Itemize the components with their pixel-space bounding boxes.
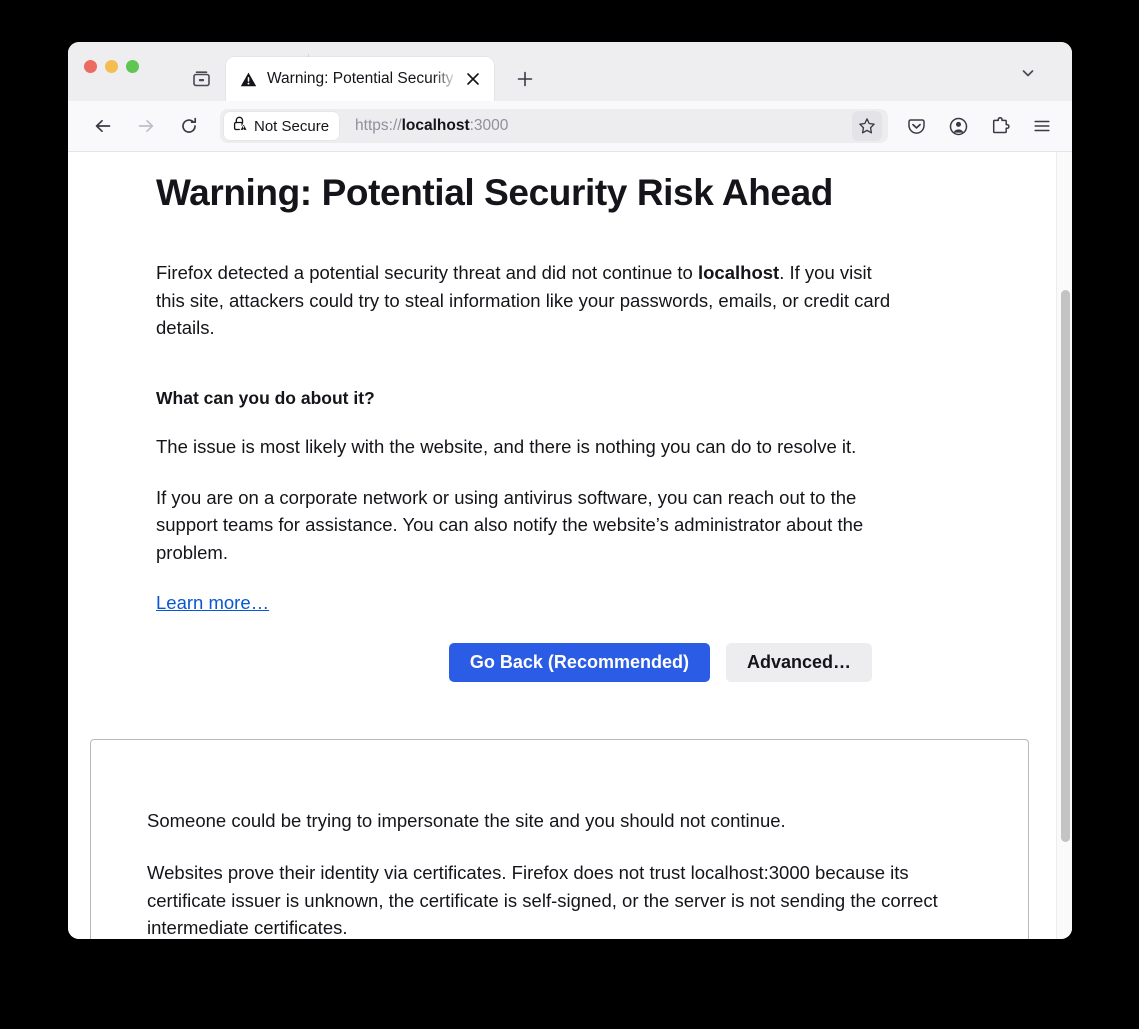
advanced-button[interactable]: Advanced… [725,643,872,683]
window-maximize-button[interactable] [126,60,139,73]
status-badge-not-secure[interactable]: Not Secure [224,112,340,140]
window-traffic-lights [84,42,139,101]
what-can-you-do-heading: What can you do about it? [156,387,375,408]
advanced-details-panel: Someone could be trying to impersonate t… [90,739,1029,939]
not-secure-label: Not Secure [254,117,330,135]
extensions-icon[interactable] [984,110,1016,142]
error-body: Warning: Potential Security Risk Ahead F… [68,152,968,683]
intro-hostname: localhost [697,262,780,284]
close-icon[interactable] [462,68,484,90]
reload-button[interactable] [172,109,206,143]
menu-icon[interactable] [1026,110,1058,142]
corporate-network-paragraph: If you are on a corporate network or usi… [156,486,864,563]
go-back-button[interactable]: Go Back (Recommended) [448,643,710,683]
impersonate-warning-paragraph: Someone could be trying to impersonate t… [147,810,786,832]
resolve-paragraph: The issue is most likely with the websit… [156,435,857,457]
window-minimize-button[interactable] [105,60,118,73]
url-host: localhost [401,117,470,134]
warning-triangle-icon [240,71,257,88]
browser-window: Warning: Potential Security Risk Ahead [68,42,1072,939]
action-button-row: Go Back (Recommended) Advanced… [156,643,896,683]
pocket-icon[interactable] [900,110,932,142]
address-bar[interactable]: Not Secure https://localhost:3000 [220,109,888,143]
toolbar-actions [900,110,1058,142]
url-text[interactable]: https://localhost:3000 [355,117,508,135]
back-button[interactable] [86,109,120,143]
learn-more-link[interactable]: Learn more… [156,592,269,614]
intro-paragraph: Firefox detected a potential security th… [156,259,896,341]
page-viewport: Warning: Potential Security Risk Ahead F… [68,152,1072,939]
intro-text-before: Firefox detected a potential security th… [156,262,698,284]
scrollbar-thumb[interactable] [1060,290,1070,842]
security-error-page: Warning: Potential Security Risk Ahead F… [68,152,1055,939]
certificate-explanation-paragraph: Websites prove their identity via certif… [147,862,938,939]
url-port: :3000 [469,117,509,134]
lock-warning-icon [232,115,248,137]
new-tab-button[interactable] [508,62,542,96]
tab-active[interactable]: Warning: Potential Security Risk Ahead [226,57,494,101]
window-close-button[interactable] [84,60,97,73]
chevron-down-icon[interactable] [1014,59,1042,87]
tab-title: Warning: Potential Security Risk Ahead [267,70,460,87]
url-scheme: https:// [355,117,402,134]
tab-list-icon[interactable] [186,63,216,93]
account-icon[interactable] [942,110,974,142]
forward-button[interactable] [129,109,163,143]
star-icon[interactable] [852,111,882,141]
navigation-toolbar: Not Secure https://localhost:3000 [68,101,1072,152]
page-title: Warning: Potential Security Risk Ahead [156,172,833,213]
tab-strip: Warning: Potential Security Risk Ahead [68,42,1072,101]
vertical-scrollbar[interactable] [1056,152,1072,939]
tab-list: Warning: Potential Security Risk Ahead [226,57,494,101]
